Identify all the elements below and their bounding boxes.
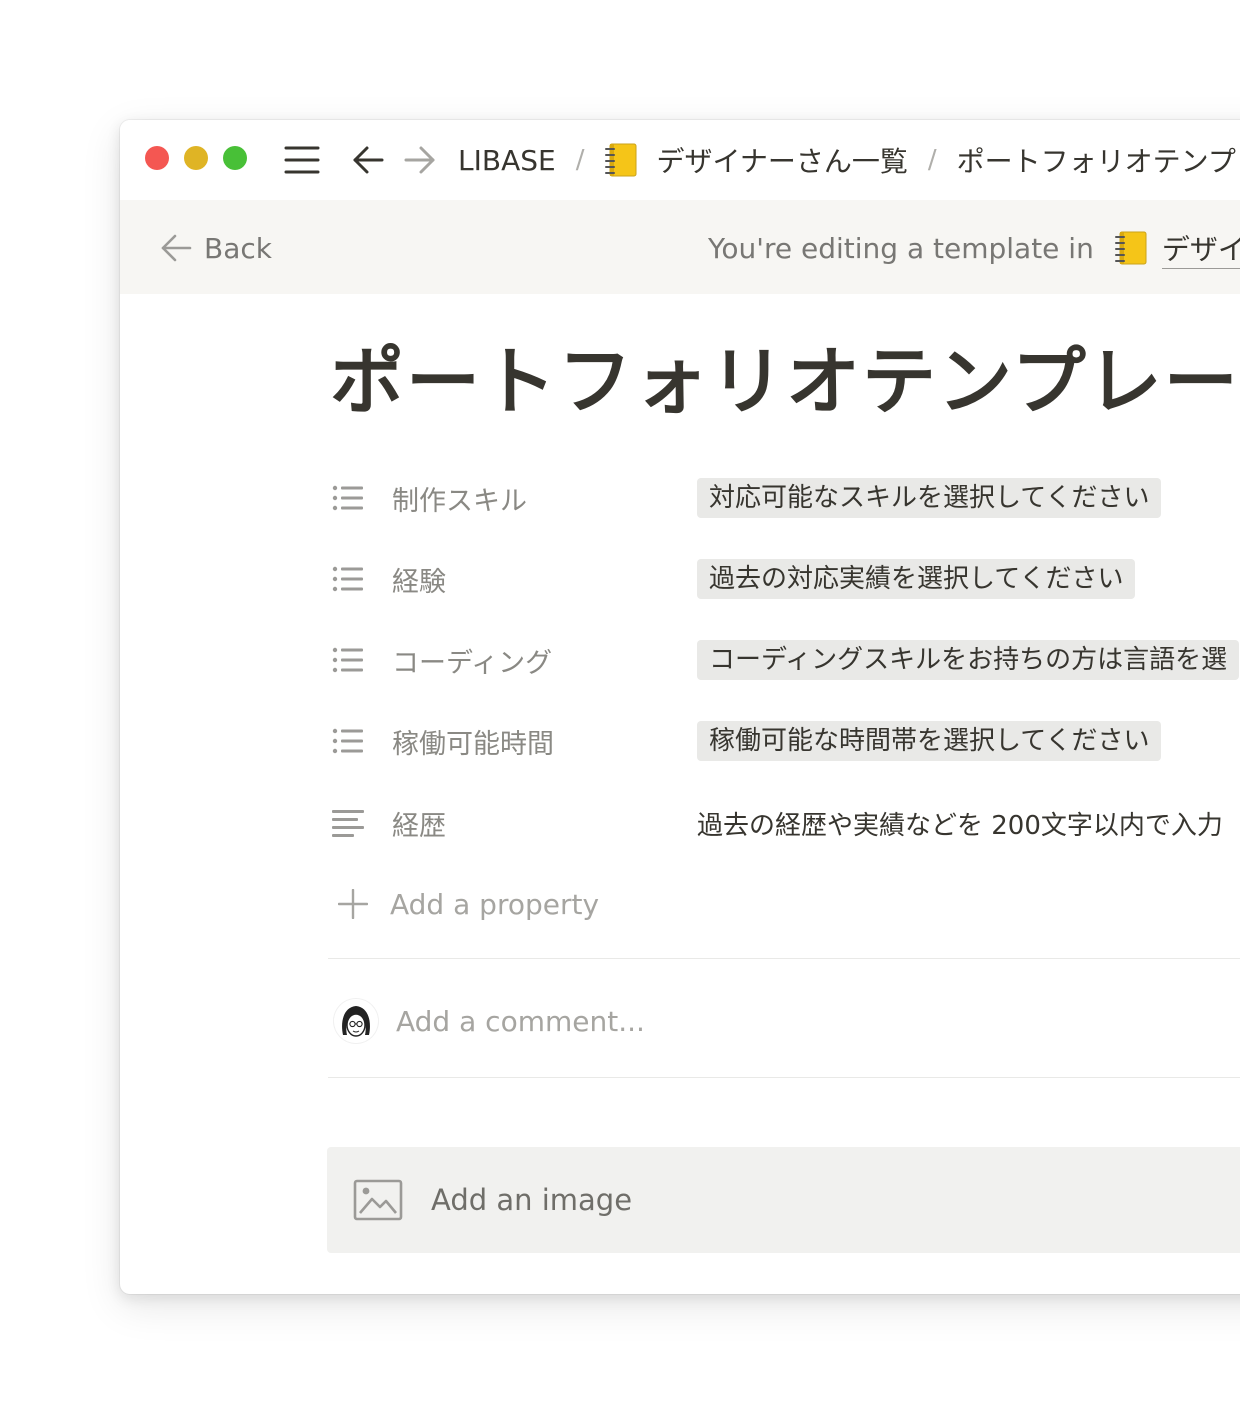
property-name: コーディング [392, 647, 553, 679]
divider [328, 958, 1240, 959]
back-arrow-icon [161, 234, 192, 262]
breadcrumb-label: デザイナーさん一覧 [656, 145, 908, 178]
select-tag: 対応可能なスキルを選択してください [697, 478, 1162, 518]
database-link[interactable]: デザイナ [1161, 228, 1240, 269]
notebook-icon [605, 143, 637, 177]
forward-arrow-icon[interactable] [402, 142, 438, 178]
property-row-coding[interactable]: コーディング [332, 638, 552, 682]
property-name: 稼働可能時間 [392, 728, 554, 760]
property-row-experience[interactable]: 経験 [332, 557, 446, 601]
text-value: 過去の経歴や実績などを 200文字以内で入力 [697, 810, 1223, 841]
text-lines-icon [332, 803, 372, 843]
back-label: Back [204, 231, 272, 265]
property-value-career[interactable]: 過去の経歴や実績などを 200文字以内で入力 [697, 801, 1223, 845]
back-button[interactable]: Back [160, 228, 272, 268]
breadcrumb-database[interactable]: デザイナーさん一覧 [604, 140, 908, 180]
breadcrumb-label: LIBASE [458, 143, 556, 177]
add-image-button[interactable]: Add an image [327, 1147, 1240, 1253]
divider [328, 1077, 1240, 1078]
editing-notice: You're editing a template in デザイナ [708, 228, 1240, 269]
list-icon [332, 640, 372, 680]
breadcrumb-page[interactable]: ポートフォリオテンプレ [957, 140, 1240, 180]
breadcrumb: LIBASE / デザイナーさん一覧 / ポートフォリオテンプレ [458, 140, 1240, 180]
property-row-availability[interactable]: 稼働可能時間 [332, 719, 554, 763]
property-name: 経験 [392, 566, 446, 598]
add-image-label: Add an image [431, 1183, 633, 1217]
template-editing-banner: Back You're editing a template in デザイナ [120, 200, 1240, 294]
list-icon [332, 559, 372, 599]
list-icon [332, 478, 372, 518]
breadcrumb-separator: / [575, 145, 585, 175]
property-name: 制作スキル [392, 485, 527, 517]
property-row-career[interactable]: 経歴 [332, 801, 446, 845]
minimize-window-button[interactable] [184, 146, 208, 170]
app-window: LIBASE / デザイナーさん一覧 / ポートフォリオテンプレ Back Yo [120, 120, 1240, 1294]
select-tag: 過去の対応実績を選択してください [697, 559, 1136, 599]
comment-input[interactable] [396, 1004, 896, 1038]
sidebar-menu-icon[interactable] [284, 142, 320, 178]
property-value-skills[interactable]: 対応可能なスキルを選択してください [697, 476, 1162, 520]
property-value-availability[interactable]: 稼働可能な時間帯を選択してください [697, 719, 1162, 763]
list-icon [332, 721, 372, 761]
select-tag: コーディングスキルをお持ちの方は言語を選 [697, 640, 1240, 680]
plus-icon [338, 889, 368, 919]
close-window-button[interactable] [145, 146, 169, 170]
back-arrow-icon[interactable] [350, 142, 386, 178]
add-property-button[interactable]: Add a property [338, 882, 599, 926]
property-value-experience[interactable]: 過去の対応実績を選択してください [697, 557, 1136, 601]
title-bar: LIBASE / デザイナーさん一覧 / ポートフォリオテンプレ [120, 120, 1240, 200]
image-icon [353, 1179, 403, 1221]
comment-row [334, 996, 896, 1046]
breadcrumb-workspace[interactable]: LIBASE [458, 144, 556, 177]
notebook-icon [1114, 231, 1147, 265]
property-name: 経歴 [392, 810, 446, 842]
editing-text: You're editing a template in [708, 231, 1094, 265]
property-value-coding[interactable]: コーディングスキルをお持ちの方は言語を選 [697, 638, 1240, 682]
page-title[interactable]: ポートフォリオテンプレート [330, 341, 1240, 423]
add-property-label: Add a property [390, 887, 600, 921]
zoom-window-button[interactable] [223, 146, 247, 170]
breadcrumb-separator: / [927, 145, 937, 175]
property-row-skills[interactable]: 制作スキル [332, 476, 527, 520]
select-tag: 稼働可能な時間帯を選択してください [697, 721, 1162, 761]
breadcrumb-label: ポートフォリオテンプレ [956, 145, 1240, 178]
avatar [334, 999, 378, 1043]
